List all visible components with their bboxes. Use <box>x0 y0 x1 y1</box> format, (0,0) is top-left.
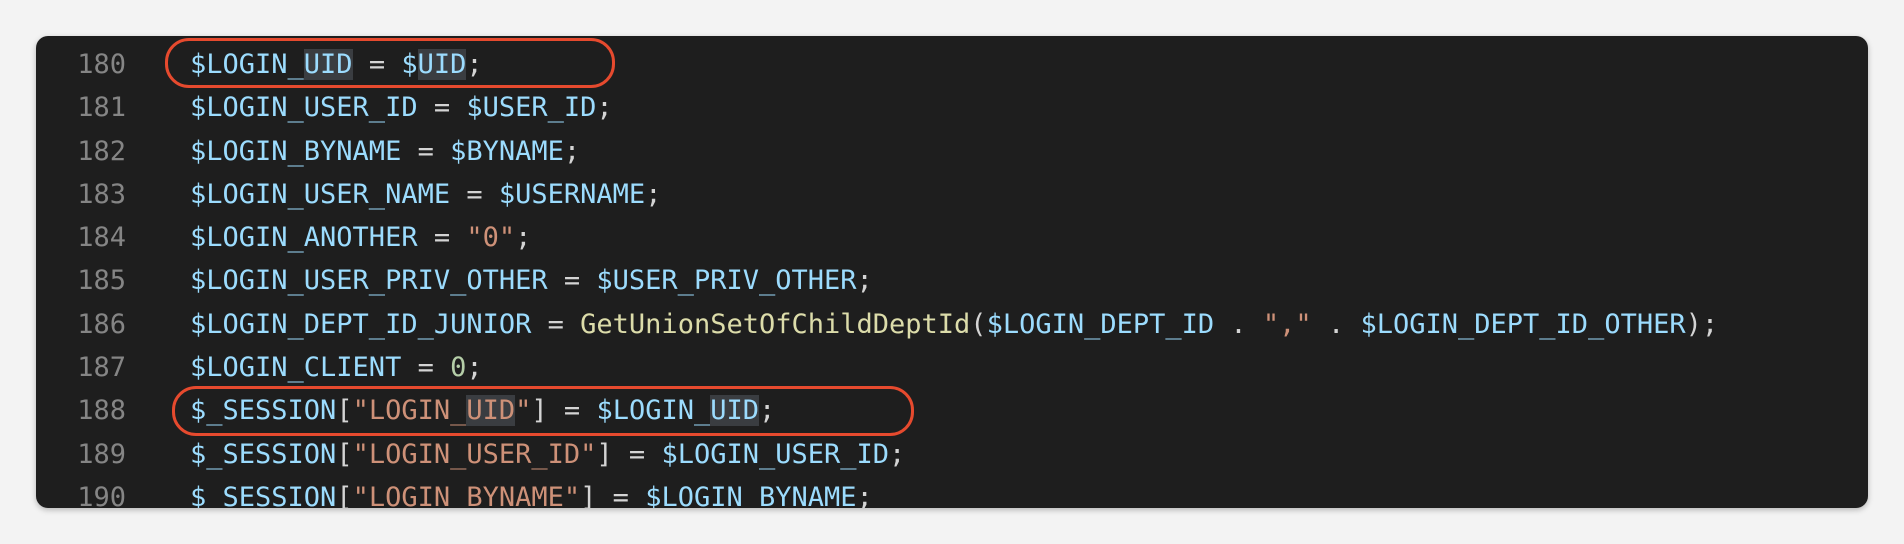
code-token: ; <box>856 265 873 297</box>
code-token: UID <box>710 395 760 427</box>
line-number: 180 <box>77 49 126 80</box>
code-text: $LOGIN_BYNAME = $BYNAME; <box>190 130 580 173</box>
line-number: 187 <box>77 352 126 384</box>
code-editor-panel: 180 $LOGIN_UID = $UID; 181 $LOGIN_USER_ID =… <box>36 36 1868 508</box>
code-text: $LOGIN_UID = $UID; <box>190 43 483 86</box>
code-token: " <box>515 395 532 427</box>
code-token: ; <box>759 395 776 427</box>
code-line[interactable]: 189 $_SESSION["LOGIN_USER_ID"] = $LOGIN_U… <box>36 433 1868 476</box>
code-token: $BYNAME <box>450 135 564 167</box>
code-token: = <box>352 49 402 80</box>
code-token: "0" <box>466 222 516 254</box>
code-token: "LOGIN_ <box>352 395 467 427</box>
code-line[interactable]: 180 $LOGIN_UID = $UID; <box>36 43 1868 86</box>
code-token: ; <box>563 135 581 167</box>
code-text: $LOGIN_CLIENT = 0; <box>190 346 483 389</box>
code-token: $_SESSION <box>190 481 337 508</box>
code-token: $LOGIN_ <box>596 395 711 427</box>
code-text: $_SESSION["LOGIN_BYNAME"] = $LOGIN_BYNAM… <box>190 476 873 508</box>
code-line[interactable]: 190 $_SESSION["LOGIN_BYNAME"] = $LOGIN_BY… <box>36 476 1868 508</box>
code-text: $_SESSION["LOGIN_USER_ID"] = $LOGIN_USER… <box>190 433 905 476</box>
code-token: 0 <box>450 352 467 384</box>
line-number: 182 <box>77 135 126 167</box>
code-token: = <box>417 222 467 254</box>
code-token: UID <box>417 49 467 80</box>
code-text: $LOGIN_USER_NAME = $USERNAME; <box>190 173 661 216</box>
code-token: . <box>1311 308 1361 340</box>
line-number: 183 <box>77 178 126 210</box>
code-token: ; <box>466 49 483 80</box>
code-token: $LOGIN_DEPT_ID_OTHER <box>1360 308 1686 340</box>
code-token: = <box>547 265 597 297</box>
line-number: 189 <box>77 438 126 470</box>
code-token: = <box>417 92 467 124</box>
code-line[interactable]: 185 $LOGIN_USER_PRIV_OTHER = $USER_PRIV_O… <box>36 259 1868 302</box>
code-token: ] = <box>531 395 597 427</box>
code-token: $_SESSION <box>190 438 337 470</box>
code-line[interactable]: 187 $LOGIN_CLIENT = 0; <box>36 346 1868 389</box>
code-token: $LOGIN_USER_PRIV_OTHER <box>190 265 548 297</box>
code-token: $USERNAME <box>498 178 646 210</box>
line-number: 190 <box>77 481 126 508</box>
code-token: = <box>401 135 451 167</box>
code-token: $LOGIN_ANOTHER <box>190 222 418 254</box>
code-text: $LOGIN_USER_PRIV_OTHER = $USER_PRIV_OTHE… <box>190 259 873 302</box>
line-number: 185 <box>77 265 126 297</box>
code-token: = <box>450 178 499 210</box>
code-token: "LOGIN_BYNAME" <box>352 481 581 508</box>
code-token: UID <box>303 49 353 80</box>
code-line[interactable]: 183 $LOGIN_USER_NAME = $USERNAME; <box>36 173 1868 216</box>
code-token: ; <box>856 481 873 508</box>
code-token: [ <box>336 438 353 470</box>
code-token: GetUnionSetOfChildDeptId <box>580 308 971 340</box>
line-number: 181 <box>77 92 126 124</box>
code-token: ; <box>466 352 483 384</box>
code-token: ( <box>970 308 987 340</box>
code-token: [ <box>336 481 353 508</box>
code-text: $LOGIN_DEPT_ID_JUNIOR = GetUnionSetOfChi… <box>190 303 1718 346</box>
code-token: $USER_ID <box>466 92 597 124</box>
code-text: $_SESSION["LOGIN_UID"] = $LOGIN_UID; <box>190 389 775 432</box>
code-token: $LOGIN_USER_ID <box>661 438 890 470</box>
code-token: ; <box>889 438 906 470</box>
code-area[interactable]: 180 $LOGIN_UID = $UID; 181 $LOGIN_USER_ID =… <box>36 43 1868 508</box>
code-line[interactable]: 188 $_SESSION["LOGIN_UID"] = $LOGIN_UID; <box>36 389 1868 432</box>
code-token: "LOGIN_USER_ID" <box>352 438 597 470</box>
code-token: ; <box>515 222 532 254</box>
line-number: 184 <box>77 222 126 254</box>
code-token: $LOGIN_CLIENT <box>190 352 402 384</box>
code-token: "," <box>1262 308 1312 340</box>
code-line[interactable]: 184 $LOGIN_ANOTHER = "0"; <box>36 216 1868 259</box>
code-token: $ <box>401 49 418 80</box>
code-text: $LOGIN_USER_ID = $USER_ID; <box>190 86 613 129</box>
code-token: $LOGIN_DEPT_ID <box>986 308 1215 340</box>
code-token: . <box>1214 308 1263 340</box>
code-token: $LOGIN_BYNAME <box>645 481 857 508</box>
code-token: ] = <box>580 481 646 508</box>
code-token: $USER_PRIV_OTHER <box>596 265 857 297</box>
code-token: $LOGIN_BYNAME <box>190 135 402 167</box>
code-token: ; <box>596 92 613 124</box>
code-line[interactable]: 186 $LOGIN_DEPT_ID_JUNIOR = GetUnionSetOf… <box>36 303 1868 346</box>
code-token: $LOGIN_USER_NAME <box>190 178 451 210</box>
code-token: $_SESSION <box>190 395 337 427</box>
code-token: ); <box>1685 308 1719 340</box>
code-token: $LOGIN_USER_ID <box>190 92 418 124</box>
code-text: $LOGIN_ANOTHER = "0"; <box>190 216 531 259</box>
code-line[interactable]: 182 $LOGIN_BYNAME = $BYNAME; <box>36 130 1868 173</box>
line-number: 188 <box>77 395 126 427</box>
code-token: $LOGIN_DEPT_ID_JUNIOR <box>190 308 532 340</box>
line-number: 186 <box>77 308 126 340</box>
code-line[interactable]: 181 $LOGIN_USER_ID = $USER_ID; <box>36 86 1868 129</box>
code-token: = <box>531 308 581 340</box>
code-token: $LOGIN_ <box>190 49 304 80</box>
code-token: ] = <box>596 438 662 470</box>
code-token: [ <box>336 395 353 427</box>
code-token: UID <box>466 395 516 427</box>
code-token: = <box>401 352 451 384</box>
code-token: ; <box>645 178 662 210</box>
